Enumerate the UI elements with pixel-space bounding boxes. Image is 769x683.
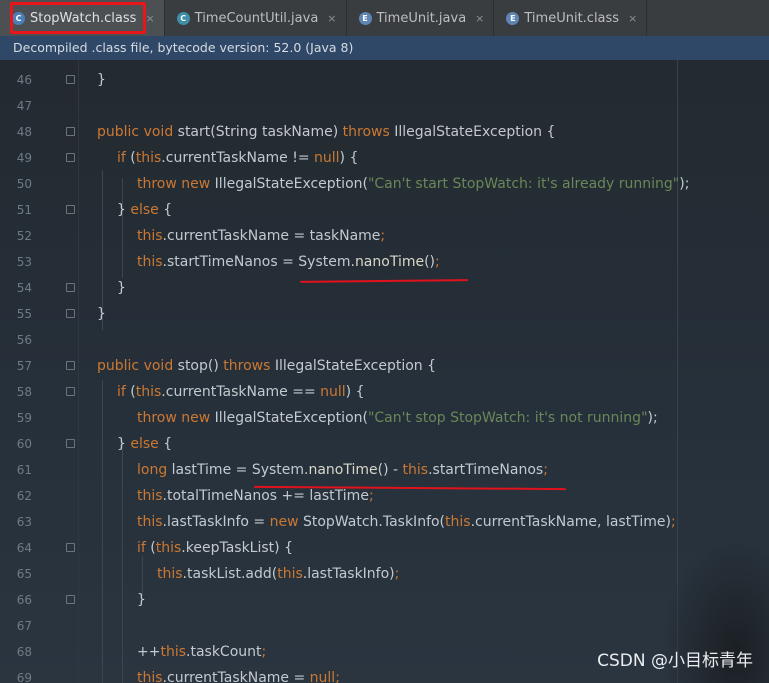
- line-number: 67: [16, 619, 32, 633]
- tab-timeunit-java[interactable]: E TimeUnit.java ×: [347, 0, 495, 36]
- fold-marker-icon[interactable]: [66, 205, 75, 214]
- enum-class-icon: E: [506, 11, 520, 25]
- code-text: this.currentTaskName = taskName;: [137, 228, 386, 244]
- code-text: if (this.keepTaskList) {: [137, 540, 293, 556]
- code-line: 66 }: [0, 587, 769, 613]
- code-text: throw new IllegalStateException("Can't s…: [137, 176, 690, 192]
- code-text: throw new IllegalStateException("Can't s…: [137, 410, 658, 426]
- decompiled-notice-bar: Decompiled .class file, bytecode version…: [0, 36, 769, 60]
- code-line: 50 throw new IllegalStateException("Can'…: [0, 171, 769, 197]
- fold-marker-icon[interactable]: [66, 75, 75, 84]
- code-text: } else {: [117, 436, 173, 452]
- watermark: CSDN @小目标青年: [597, 651, 753, 671]
- code-text: }: [137, 592, 146, 608]
- code-line: 67: [0, 613, 769, 639]
- code-text: if (this.currentTaskName != null) {: [117, 150, 359, 166]
- close-icon[interactable]: ×: [475, 12, 484, 25]
- tab-timeunit-class[interactable]: E TimeUnit.class ×: [494, 0, 648, 36]
- line-number: 64: [16, 541, 32, 555]
- line-number: 62: [16, 489, 32, 503]
- code-line: 55 }: [0, 301, 769, 327]
- tab-label: TimeUnit.java: [376, 10, 467, 26]
- fold-marker-icon[interactable]: [66, 595, 75, 604]
- code-line: 64 if (this.keepTaskList) {: [0, 535, 769, 561]
- code-line: 65 this.taskList.add(this.lastTaskInfo);: [0, 561, 769, 587]
- code-text: this.startTimeNanos = System.nanoTime();: [137, 254, 440, 270]
- code-line: 57 public void stop() throws IllegalStat…: [0, 353, 769, 379]
- code-text: }: [97, 306, 106, 322]
- tab-label: TimeUnit.class: [524, 10, 620, 26]
- class-file-icon: C: [12, 11, 25, 25]
- close-icon[interactable]: ×: [145, 12, 154, 25]
- line-number: 48: [16, 125, 32, 139]
- line-number: 55: [16, 307, 32, 321]
- code-text: this.currentTaskName = null;: [137, 670, 340, 683]
- enum-icon: E: [358, 11, 372, 25]
- code-line: 59 throw new IllegalStateException("Can'…: [0, 405, 769, 431]
- line-number: 51: [16, 203, 32, 217]
- line-number: 47: [16, 99, 32, 113]
- code-text: if (this.currentTaskName == null) {: [117, 384, 365, 400]
- fold-marker-icon[interactable]: [66, 309, 75, 318]
- code-text: long lastTime = System.nanoTime() - this…: [137, 462, 548, 478]
- code-line: 54 }: [0, 275, 769, 301]
- tab-timecountutil-java[interactable]: C TimeCountUtil.java ×: [165, 0, 347, 36]
- line-number: 49: [16, 151, 32, 165]
- line-number: 58: [16, 385, 32, 399]
- line-number: 57: [16, 359, 32, 373]
- code-text: }: [117, 280, 126, 296]
- close-icon[interactable]: ×: [327, 12, 336, 25]
- line-number: 46: [16, 73, 32, 87]
- code-line: 60 } else {: [0, 431, 769, 457]
- code-line: 63 this.lastTaskInfo = new StopWatch.Tas…: [0, 509, 769, 535]
- code-text: public void start(String taskName) throw…: [97, 124, 556, 140]
- fold-marker-icon[interactable]: [66, 283, 75, 292]
- java-class-icon: C: [176, 11, 190, 25]
- line-number: 59: [16, 411, 32, 425]
- line-number: 65: [16, 567, 32, 581]
- fold-marker-icon[interactable]: [66, 543, 75, 552]
- line-number: 68: [16, 645, 32, 659]
- code-line: 58 if (this.currentTaskName == null) {: [0, 379, 769, 405]
- code-line: 46 }: [0, 67, 769, 93]
- code-line: 49 if (this.currentTaskName != null) {: [0, 145, 769, 171]
- line-number: 66: [16, 593, 32, 607]
- code-text: } else {: [117, 202, 173, 218]
- line-number: 60: [16, 437, 32, 451]
- code-text: public void stop() throws IllegalStateEx…: [97, 358, 437, 374]
- line-number: 50: [16, 177, 32, 191]
- close-icon[interactable]: ×: [628, 12, 637, 25]
- code-line: 56: [0, 327, 769, 353]
- code-line: 52 this.currentTaskName = taskName;: [0, 223, 769, 249]
- line-number: 53: [16, 255, 32, 269]
- line-number: 61: [16, 463, 32, 477]
- code-text: this.taskList.add(this.lastTaskInfo);: [157, 566, 400, 582]
- code-text: ++this.taskCount;: [137, 644, 267, 660]
- line-number: 63: [16, 515, 32, 529]
- fold-marker-icon[interactable]: [66, 387, 75, 396]
- tab-label: StopWatch.class: [30, 10, 137, 26]
- code-line: 47: [0, 93, 769, 119]
- code-line: 48 public void start(String taskName) th…: [0, 119, 769, 145]
- code-line: 51 } else {: [0, 197, 769, 223]
- line-number: 54: [16, 281, 32, 295]
- code-editor[interactable]: 46 } 47 48 public void start(String task…: [0, 60, 769, 683]
- code-text: }: [97, 72, 106, 88]
- line-number: 69: [16, 671, 32, 683]
- fold-marker-icon[interactable]: [66, 361, 75, 370]
- code-line: 53 this.startTimeNanos = System.nanoTime…: [0, 249, 769, 275]
- editor-tab-bar: C StopWatch.class × C TimeCountUtil.java…: [0, 0, 769, 37]
- fold-marker-icon[interactable]: [66, 439, 75, 448]
- code-line: 61 long lastTime = System.nanoTime() - t…: [0, 457, 769, 483]
- tab-stopwatch-class[interactable]: C StopWatch.class ×: [0, 0, 165, 36]
- line-number: 52: [16, 229, 32, 243]
- fold-marker-icon[interactable]: [66, 153, 75, 162]
- line-number: 56: [16, 333, 32, 347]
- tab-label: TimeCountUtil.java: [194, 10, 319, 26]
- fold-marker-icon[interactable]: [66, 127, 75, 136]
- code-text: this.lastTaskInfo = new StopWatch.TaskIn…: [137, 514, 676, 530]
